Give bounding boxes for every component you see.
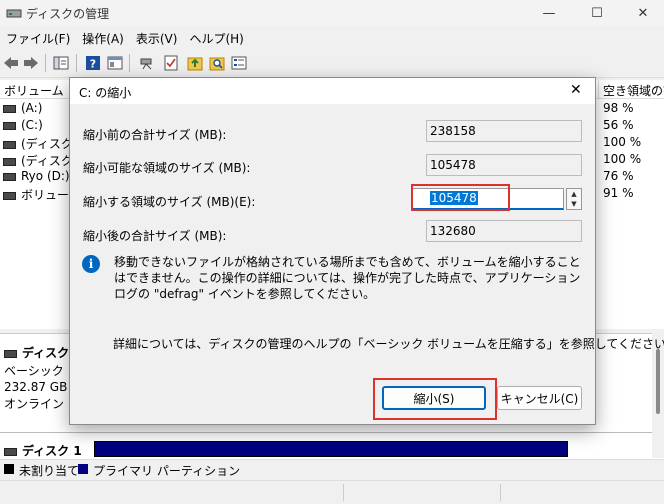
dialog-close-button[interactable]: ✕ [570, 82, 582, 98]
spin-up-icon[interactable]: ▲ [567, 189, 581, 199]
drive-icon [3, 140, 16, 149]
column-header-volume[interactable]: ボリューム [4, 82, 64, 99]
window-title: ディスクの管理 [26, 7, 110, 21]
volume-free: 76 % [603, 169, 634, 183]
title-bar: ディスクの管理 — ☐ ✕ [0, 0, 664, 26]
toolbar-separator [129, 54, 130, 72]
total-before-value: 238158 [426, 120, 582, 142]
volume-free: 100 % [603, 152, 642, 166]
total-after-value: 132680 [426, 220, 582, 242]
column-divider[interactable] [598, 80, 599, 98]
drive-icon [3, 104, 16, 113]
drive-icon [3, 157, 16, 166]
primary-partition-swatch [78, 464, 88, 474]
toolbar-separator [45, 54, 46, 72]
forward-arrow-icon[interactable] [22, 54, 40, 72]
dialog-title: C: の縮小 [79, 86, 132, 100]
menu-help[interactable]: ヘルプ(H) [183, 27, 249, 49]
disk-divider [0, 432, 652, 433]
dialog-title-bar: C: の縮小 ✕ [70, 78, 595, 104]
volume-row[interactable]: Ryo (D:) [3, 169, 70, 186]
primary-partition-bar[interactable] [94, 441, 568, 457]
scrollbar-thumb[interactable] [656, 349, 660, 414]
shrink-dialog: C: の縮小 ✕ 縮小前の合計サイズ (MB): 238158 縮小可能な領域の… [69, 77, 664, 425]
drive-icon [3, 191, 16, 200]
info-icon: i [82, 255, 100, 273]
console-tree-icon[interactable] [52, 54, 70, 72]
toolbar-separator [76, 54, 77, 72]
shrink-size-spinner[interactable]: ▲ ▼ [566, 188, 582, 210]
shrink-button[interactable]: 縮小(S) [382, 386, 486, 410]
volume-free: 98 % [603, 101, 634, 115]
disk-icon [4, 349, 17, 358]
disk-management-icon [6, 9, 22, 18]
drive-icon [3, 121, 16, 130]
menu-view[interactable]: 表示(V) [130, 27, 184, 49]
status-bar [0, 480, 664, 504]
volume-free: 100 % [603, 135, 642, 149]
volume-row[interactable]: (C:) [3, 118, 43, 135]
info-message: 移動できないファイルが格納されている場所までも含めて、ボリュームを縮小することは… [114, 255, 581, 301]
menu-action[interactable]: 操作(A) [76, 27, 130, 49]
disk-1-name: ディスク 1 [22, 444, 82, 458]
volume-free: 91 % [603, 186, 634, 200]
menu-file[interactable]: ファイル(F) [0, 27, 76, 49]
total-after-label: 縮小後の合計サイズ (MB): [83, 229, 227, 243]
close-window-button[interactable]: ✕ [620, 0, 664, 26]
vertical-scrollbar[interactable] [652, 333, 664, 458]
legend-unallocated: 未割り当て [19, 464, 80, 478]
available-value: 105478 [426, 154, 582, 176]
legend-primary-partition: プライマリ パーティション [93, 464, 241, 478]
help-message: 詳細については、ディスクの管理のヘルプの「ベーシック ボリュームを圧縮する」を参… [113, 337, 664, 351]
highlight-frame [411, 184, 510, 211]
status-divider [343, 484, 344, 501]
unallocated-swatch [4, 464, 14, 474]
column-header-free-percent[interactable]: 空き領域の割 [603, 82, 664, 99]
spin-down-icon[interactable]: ▼ [567, 199, 581, 209]
disk-icon [4, 447, 17, 456]
menu-bar: ファイル(F) 操作(A) 表示(V) ヘルプ(H) [0, 27, 664, 49]
help-icon[interactable]: ? [84, 54, 102, 72]
minimize-button[interactable]: — [526, 0, 572, 26]
cancel-button[interactable]: キャンセル(C) [497, 386, 582, 410]
search-folder-icon[interactable] [208, 54, 226, 72]
volume-free: 56 % [603, 118, 634, 132]
drive-icon [3, 172, 16, 181]
disk-1-info[interactable]: ディスク 1 [4, 442, 90, 459]
svg-text:?: ? [90, 58, 96, 71]
available-label: 縮小可能な領域のサイズ (MB): [83, 161, 251, 175]
status-divider [500, 484, 501, 501]
volume-row[interactable]: (A:) [3, 101, 42, 118]
checklist-icon[interactable] [162, 54, 180, 72]
properties-icon[interactable] [106, 54, 124, 72]
up-folder-icon[interactable] [186, 54, 204, 72]
maximize-button[interactable]: ☐ [574, 0, 620, 26]
toolbar: ? [0, 49, 664, 78]
back-arrow-icon[interactable] [2, 54, 20, 72]
connect-icon[interactable] [138, 54, 156, 72]
legend-bar: 未割り当て プライマリ パーティション [0, 459, 664, 480]
shrink-size-label: 縮小する領域のサイズ (MB)(E): [83, 195, 256, 209]
total-before-label: 縮小前の合計サイズ (MB): [83, 128, 227, 142]
list-view-icon[interactable] [230, 54, 248, 72]
